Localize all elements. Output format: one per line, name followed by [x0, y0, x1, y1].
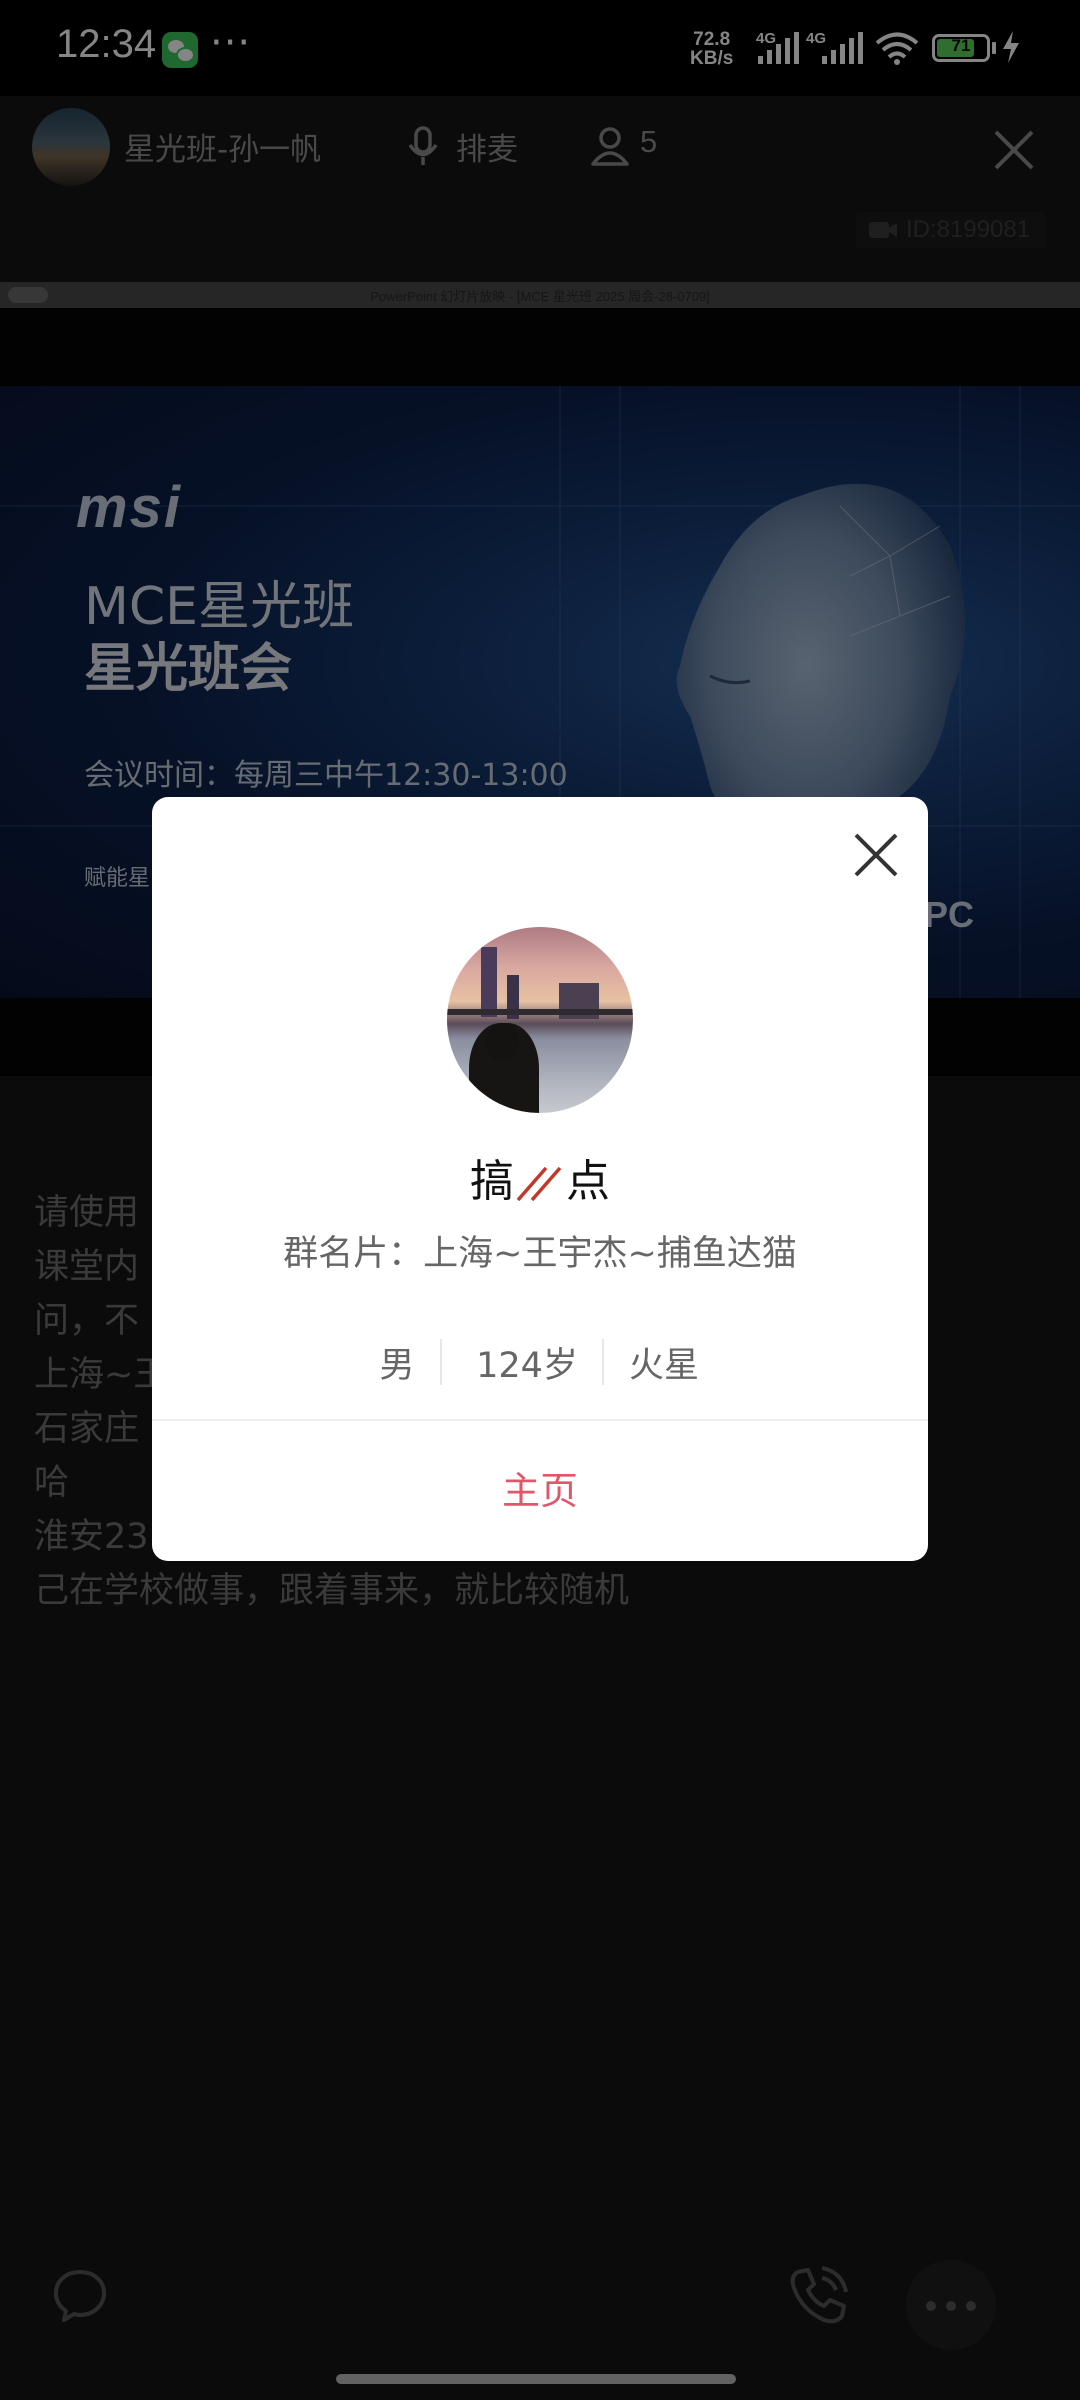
red-slash-icon [516, 1166, 562, 1202]
age: 124岁 [476, 1346, 578, 1386]
gender: 男 [379, 1346, 415, 1386]
profile-info-row: 男 124岁 火星 [152, 1337, 928, 1387]
nickname-right: 点 [566, 1156, 610, 1207]
homepage-button[interactable]: 主页 [152, 1421, 928, 1561]
divider [602, 1339, 604, 1385]
nickname: 搞 点 [152, 1145, 928, 1209]
avatar[interactable] [447, 927, 633, 1113]
group-card-name: 群名片：上海~王宇杰~捕鱼达猫 [283, 1234, 797, 1274]
close-icon[interactable] [852, 831, 900, 879]
nickname-left: 搞 [470, 1156, 514, 1207]
profile-card-modal: 搞 点 群名片：上海~王宇杰~捕鱼达猫 男 124岁 火星 主页 [152, 797, 928, 1561]
location: 火星 [628, 1346, 699, 1386]
divider [440, 1339, 442, 1385]
